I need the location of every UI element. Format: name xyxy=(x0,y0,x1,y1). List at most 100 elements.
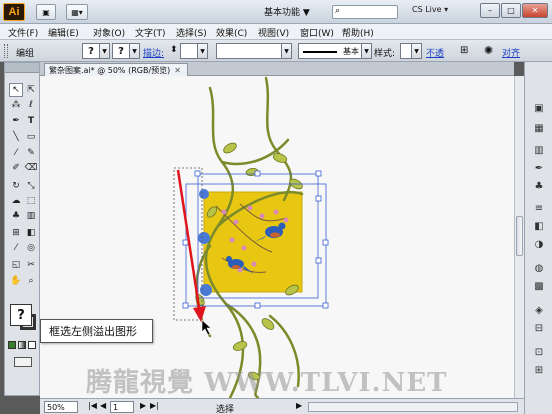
free-transform-icon[interactable]: ⬚ xyxy=(24,194,38,208)
cs-live-button[interactable]: CS Live ▾ xyxy=(412,5,448,14)
gradient-button[interactable] xyxy=(18,341,26,349)
direct-selection-icon[interactable]: ⇱ xyxy=(24,83,38,97)
paintbrush-icon[interactable]: ⁄ xyxy=(9,146,23,160)
status-menu-arrow[interactable]: ▶ xyxy=(296,401,302,410)
symbols-icon[interactable]: ♣ xyxy=(531,178,547,194)
align-link[interactable]: 对齐 xyxy=(502,46,520,59)
appearance-icon[interactable]: ◍ xyxy=(531,260,547,276)
symbol-sprayer-icon[interactable]: ♣ xyxy=(9,209,23,223)
align-panel-icon[interactable]: ⊞ xyxy=(531,362,547,378)
variable-width-profile[interactable] xyxy=(216,43,282,59)
color-guide-icon[interactable]: ▦ xyxy=(531,120,547,136)
blob-brush-icon[interactable]: ✐ xyxy=(9,161,23,175)
last-page-icon[interactable]: ▶| xyxy=(150,401,159,410)
tools-panel-header[interactable] xyxy=(5,63,39,73)
menu-window[interactable]: 窗口(W) xyxy=(300,26,334,39)
brush-dropdown[interactable]: ▼ xyxy=(362,43,372,59)
scissors-icon[interactable]: ✂ xyxy=(24,258,38,272)
search-input[interactable]: ⌕ xyxy=(332,5,398,19)
color-button[interactable] xyxy=(8,341,16,349)
hand-icon[interactable]: ✋ xyxy=(9,274,23,288)
blend-icon[interactable]: ◎ xyxy=(24,241,38,255)
menu-view[interactable]: 视图(V) xyxy=(258,26,289,39)
close-document-icon[interactable]: ✕ xyxy=(174,66,181,75)
selection-tool-icon[interactable]: ↖ xyxy=(9,83,23,97)
prev-page-icon[interactable]: ◀ xyxy=(100,401,106,410)
gradient-panel-icon[interactable]: ◧ xyxy=(531,218,547,234)
stroke-panel-icon[interactable]: ≡ xyxy=(531,200,547,216)
width-profile-dropdown[interactable]: ▼ xyxy=(282,43,292,59)
stroke-weight-dropdown[interactable]: ▼ xyxy=(198,43,208,59)
menu-select[interactable]: 选择(S) xyxy=(176,26,207,39)
stroke-dropdown[interactable]: ▼ xyxy=(130,43,140,59)
watermark: 腾龍視覺 WWW.TLVI.NET xyxy=(86,368,448,398)
zoom-icon[interactable]: ⌕ xyxy=(24,274,38,288)
artboard-number-field[interactable]: 1 xyxy=(110,401,134,413)
none-button[interactable] xyxy=(28,341,36,349)
stroke-weight-input[interactable] xyxy=(180,43,198,59)
horizontal-scrollbar[interactable] xyxy=(308,402,518,412)
rectangle-icon[interactable]: ▭ xyxy=(24,130,38,144)
transform-icon[interactable]: ⊡ xyxy=(531,344,547,360)
panel-gripper[interactable] xyxy=(4,44,8,58)
screen-mode-button[interactable] xyxy=(14,357,32,367)
menu-edit[interactable]: 编辑(E) xyxy=(48,26,79,39)
first-page-icon[interactable]: |◀ xyxy=(88,401,97,410)
stroke-swatch[interactable]: ? xyxy=(112,43,130,59)
transparency-icon[interactable]: ◑ xyxy=(531,236,547,252)
graph-icon[interactable]: ▥ xyxy=(24,209,38,223)
tooltip-callout: 框选左侧溢出图形 xyxy=(40,319,153,343)
artboards-icon[interactable]: ⊟ xyxy=(531,320,547,336)
scale-icon[interactable]: ⤡ xyxy=(24,179,38,193)
eraser-icon[interactable]: ⌫ xyxy=(24,161,38,175)
graphic-styles-icon[interactable]: ▩ xyxy=(531,278,547,294)
menu-effect[interactable]: 效果(C) xyxy=(216,26,247,39)
right-panel-dock: ▣ ▦ ▥ ✒ ♣ ≡ ◧ ◑ ◍ ▩ ◈ ⊟ ⊡ ⊞ xyxy=(524,62,552,414)
type-icon[interactable]: T xyxy=(24,114,38,128)
minimize-button[interactable]: – xyxy=(480,3,500,18)
rotate-icon[interactable]: ↻ xyxy=(9,179,23,193)
pen-icon[interactable]: ✒ xyxy=(9,114,23,128)
vertical-scroll-thumb[interactable] xyxy=(516,216,523,256)
zoom-field[interactable]: 50% xyxy=(44,401,78,413)
layers-icon[interactable]: ◈ xyxy=(531,302,547,318)
gradient-icon[interactable]: ◧ xyxy=(24,226,38,240)
slice-icon[interactable]: ◱ xyxy=(9,258,23,272)
color-panel-icon[interactable]: ▣ xyxy=(531,100,547,116)
eyedropper-icon[interactable]: ⁄ xyxy=(9,241,23,255)
maximize-button[interactable]: □ xyxy=(501,3,521,18)
menu-object[interactable]: 对象(O) xyxy=(93,26,125,39)
menu-type[interactable]: 文字(T) xyxy=(135,26,166,39)
vertical-scrollbar[interactable] xyxy=(514,76,524,398)
graphic-style-swatch[interactable] xyxy=(400,43,412,59)
magic-wand-icon[interactable]: ⁂ xyxy=(9,98,23,112)
arrange-documents-button[interactable]: ▦▾ xyxy=(66,4,88,20)
document-title: 繁杂图案.ai* @ 50% (RGB/预览) xyxy=(49,65,171,75)
artboard-canvas[interactable]: 腾龍視覺 WWW.TLVI.NET xyxy=(40,76,514,398)
warp-icon[interactable]: ☁ xyxy=(9,194,23,208)
opacity-link[interactable]: 不透 xyxy=(426,46,444,59)
fill-swatch[interactable]: ? xyxy=(82,43,100,59)
mesh-icon[interactable]: ⊞ xyxy=(9,226,23,240)
bridge-button[interactable]: ▣ xyxy=(36,4,56,20)
pencil-icon[interactable]: ✎ xyxy=(24,146,38,160)
stroke-panel-link[interactable]: 描边: xyxy=(143,46,164,59)
fill-dropdown[interactable]: ▼ xyxy=(100,43,110,59)
document-tab[interactable]: 繁杂图案.ai* @ 50% (RGB/预览) ✕ xyxy=(44,63,188,76)
artwork[interactable] xyxy=(40,76,514,398)
style-label: 样式: xyxy=(374,49,396,59)
close-button[interactable]: ✕ xyxy=(522,3,548,18)
brush-definition[interactable]: 基本 xyxy=(298,43,362,59)
brushes-icon[interactable]: ✒ xyxy=(531,160,547,176)
isolate-group-icon[interactable]: ✺ xyxy=(484,44,493,57)
workspace-switcher[interactable]: 基本功能 ▼ xyxy=(264,5,310,18)
line-icon[interactable]: ╲ xyxy=(9,130,23,144)
swatches-icon[interactable]: ▥ xyxy=(531,142,547,158)
menu-file[interactable]: 文件(F) xyxy=(8,26,38,39)
graphic-style-dropdown[interactable]: ▼ xyxy=(412,43,422,59)
next-page-icon[interactable]: ▶ xyxy=(140,401,146,410)
lasso-icon[interactable]: ℓ xyxy=(24,98,38,112)
recolor-artwork-icon[interactable]: ⊞ xyxy=(460,45,468,56)
menu-help[interactable]: 帮助(H) xyxy=(342,26,374,39)
stroke-weight-arrow[interactable]: ⬍ xyxy=(170,45,178,55)
